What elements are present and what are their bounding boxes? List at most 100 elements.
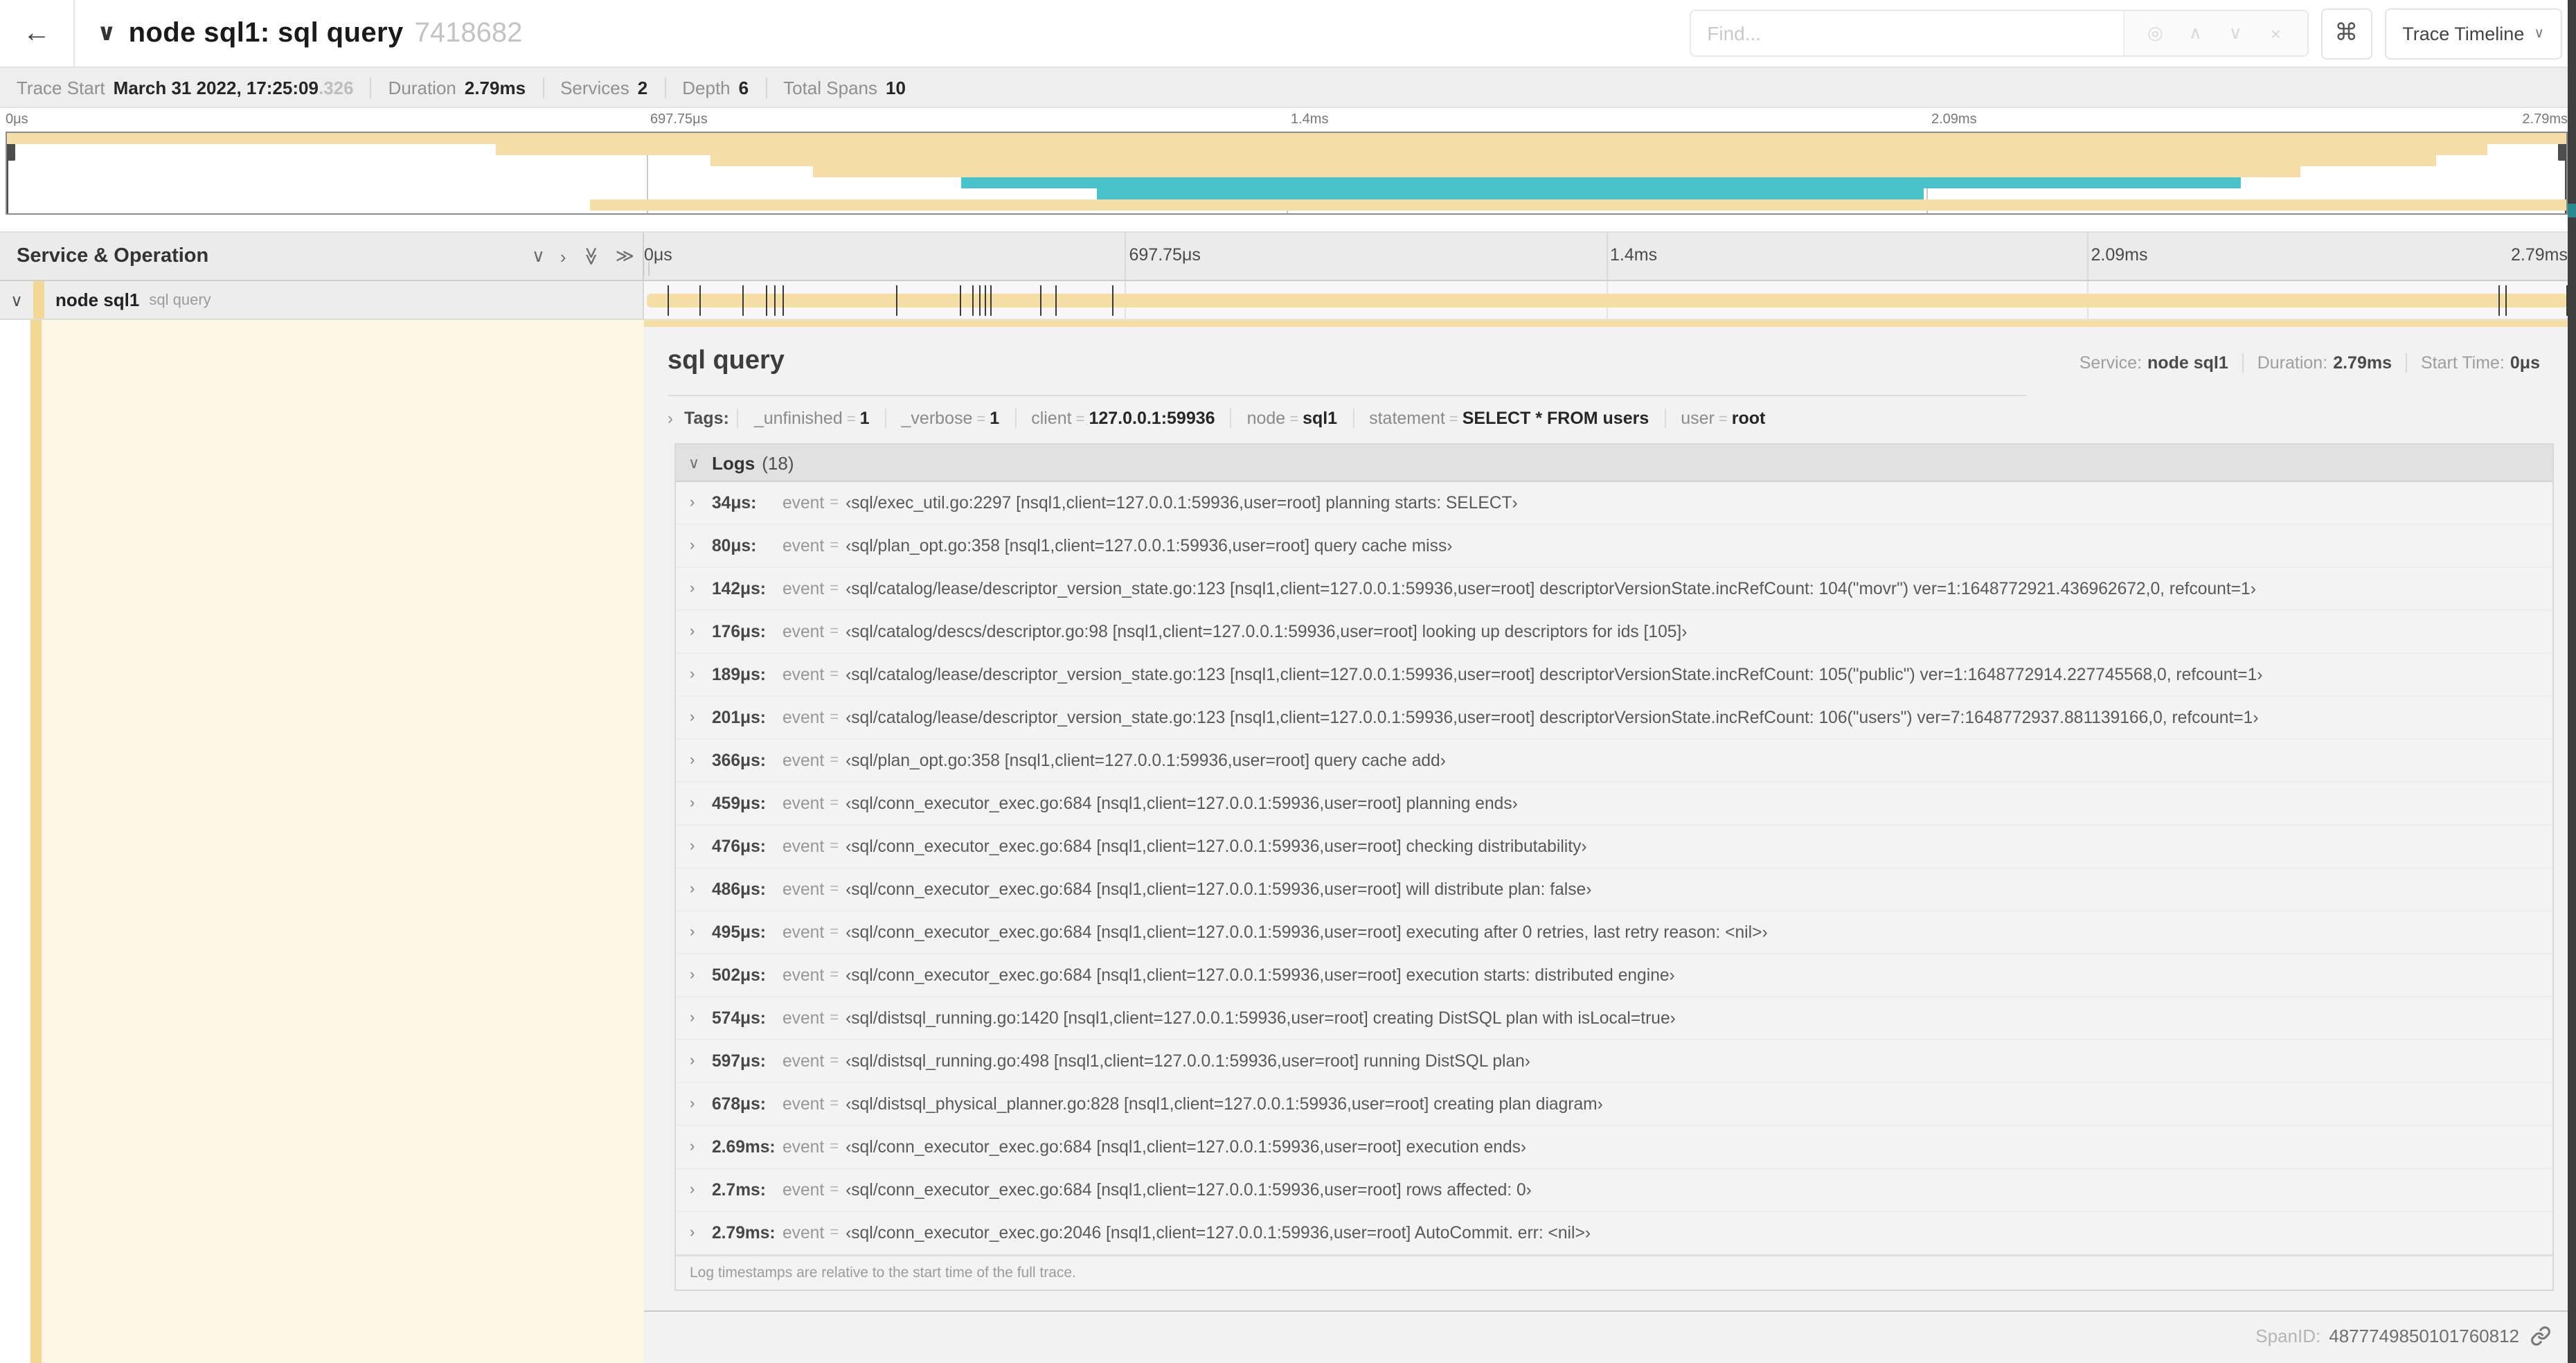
log-row[interactable]: › 678μs: event = ‹sql/distsql_physical_plann… <box>676 1083 2552 1126</box>
tag-item[interactable]: _unfinished = 1 <box>737 409 885 428</box>
minimap-left-scrubber[interactable] <box>7 133 15 213</box>
log-equals: = <box>830 838 839 855</box>
chevron-right-icon: › <box>690 1053 695 1069</box>
tag-value: 127.0.0.1:59936 <box>1089 409 1215 428</box>
log-field-key: event <box>782 493 825 513</box>
divider <box>668 395 2026 396</box>
log-row[interactable]: › 366μs: event = ‹sql/plan_opt.go:358 [nsql1… <box>676 740 2552 783</box>
log-field-value: ‹sql/conn_executor_exec.go:684 [nsql1,cl… <box>846 965 1675 985</box>
expand-all-icon[interactable]: ≫ <box>616 245 634 267</box>
trace-summary-bar: Trace Start March 31 2022, 17:25:09.326 Du… <box>0 66 2576 108</box>
tag-key: statement <box>1369 409 1445 428</box>
log-row[interactable]: › 486μs: event = ‹sql/conn_executor_exec.go:… <box>676 868 2552 911</box>
chevron-right-icon: › <box>690 709 695 726</box>
log-row[interactable]: › 189μs: event = ‹sql/catalog/lease/descript… <box>676 654 2552 697</box>
log-field-key: event <box>782 1051 825 1071</box>
span-service-name: node sql1 <box>55 289 140 310</box>
chevron-right-icon: › <box>690 537 695 554</box>
minimap-span-bar <box>495 144 2487 155</box>
log-field-key: event <box>782 536 825 555</box>
log-row[interactable]: › 34μs: event = ‹sql/exec_util.go:2297 [nsql… <box>676 482 2552 525</box>
timeline-header: Service & Operation ∨ › ≫ ≫ || 0μs 697.75… <box>0 231 2568 281</box>
expand-one-icon[interactable]: › <box>560 246 566 267</box>
span-detail-title: sql query <box>668 346 785 375</box>
header-gridline <box>1606 233 1607 280</box>
span-duration-bar[interactable] <box>647 294 2568 308</box>
log-field-value: ‹sql/catalog/lease/descriptor_version_st… <box>846 708 2259 727</box>
log-row[interactable]: › 2.7ms: event = ‹sql/conn_executor_exec.go:… <box>676 1169 2552 1212</box>
trace-info-value: 2 <box>637 77 648 98</box>
find-input[interactable] <box>1690 11 2123 55</box>
logs-title: Logs <box>712 452 755 473</box>
log-row[interactable]: › 2.79ms: event = ‹sql/conn_executor_exec.go… <box>676 1212 2552 1255</box>
trace-info-label: Trace Start <box>17 77 105 98</box>
log-row[interactable]: › 476μs: event = ‹sql/conn_executor_exec.go:… <box>676 826 2552 868</box>
tag-item[interactable]: _verbose = 1 <box>884 409 1015 428</box>
minimap-canvas[interactable] <box>6 132 2568 215</box>
locate-icon[interactable]: ◎ <box>2135 22 2175 44</box>
log-field-value: ‹sql/exec_util.go:2297 [nsql1,client=127… <box>846 493 1518 513</box>
log-equals: = <box>830 709 839 726</box>
tag-item[interactable]: client = 127.0.0.1:59936 <box>1014 409 1230 428</box>
trace-view-select[interactable]: Trace Timeline ∨ <box>2384 8 2562 59</box>
collapse-all-icon[interactable]: ≫ <box>580 247 602 265</box>
log-row[interactable]: › 495μs: event = ‹sql/conn_executor_exec.go:… <box>676 911 2552 954</box>
span-bar-track[interactable] <box>644 281 2568 320</box>
chevron-right-icon: › <box>690 580 695 597</box>
collapse-one-icon[interactable]: ∨ <box>532 245 545 267</box>
column-resizer-handle[interactable]: || <box>642 260 652 277</box>
tag-item[interactable]: statement = SELECT * FROM users <box>1352 409 1664 428</box>
span-name-cell[interactable]: ∨ node sql1 sql query <box>0 281 644 320</box>
log-row[interactable]: › 597μs: event = ‹sql/distsql_running.go:498… <box>676 1040 2552 1083</box>
span-id-label: SpanID: <box>2255 1325 2321 1346</box>
timeline-tick-label: 2.09ms <box>1931 112 1977 127</box>
chevron-right-icon: › <box>690 967 695 983</box>
log-field-value: ‹sql/conn_executor_exec.go:684 [nsql1,cl… <box>846 794 1518 813</box>
logs-footer-note: Log timestamps are relative to the start… <box>676 1255 2552 1290</box>
log-timestamp: 176μs: <box>712 622 766 641</box>
timeline-tick-label: 1.4ms <box>1610 245 1658 265</box>
tag-item[interactable]: user = root <box>1664 409 1780 428</box>
collapse-trace-chevron-icon[interactable]: ∨ <box>97 19 116 47</box>
log-field-key: event <box>782 837 825 856</box>
link-icon[interactable] <box>2530 1325 2551 1346</box>
log-timestamp: 2.7ms: <box>712 1180 766 1200</box>
log-equals: = <box>830 881 839 898</box>
tag-item[interactable]: node = sql1 <box>1230 409 1353 428</box>
log-row[interactable]: › 2.69ms: event = ‹sql/conn_executor_exec.go… <box>676 1126 2552 1169</box>
log-row[interactable]: › 502μs: event = ‹sql/conn_executor_exec.go:… <box>676 954 2552 997</box>
log-equals: = <box>830 1139 839 1155</box>
next-result-icon[interactable]: ∨ <box>2215 22 2255 44</box>
logs-header[interactable]: ∨ Logs (18) <box>676 445 2552 482</box>
trace-info-value: 10 <box>886 77 906 98</box>
log-row[interactable]: › 176μs: event = ‹sql/catalog/descs/descript… <box>676 611 2552 654</box>
minimap-span-bar <box>710 155 2436 166</box>
left-gutter <box>0 320 30 1363</box>
log-row[interactable]: › 459μs: event = ‹sql/conn_executor_exec.go:… <box>676 783 2552 826</box>
log-row[interactable]: › 142μs: event = ‹sql/catalog/lease/descript… <box>676 568 2552 611</box>
tag-value: sql1 <box>1303 409 1338 428</box>
log-equals: = <box>830 1053 839 1069</box>
span-detail-card: sql query Service: node sql1 Duration: 2.79… <box>644 327 2568 1312</box>
log-row[interactable]: › 201μs: event = ‹sql/catalog/lease/descript… <box>676 697 2552 740</box>
log-row[interactable]: › 574μs: event = ‹sql/distsql_running.go:142… <box>676 997 2552 1040</box>
tag-key: _unfinished <box>753 409 843 428</box>
header-gridline <box>2086 233 2088 280</box>
tag-value: root <box>1731 409 1766 428</box>
chevron-down-icon[interactable]: ∨ <box>0 290 33 310</box>
clear-find-icon[interactable]: × <box>2255 23 2296 44</box>
chevron-right-icon: › <box>690 495 695 511</box>
log-timestamp: 495μs: <box>712 923 766 942</box>
log-row[interactable]: › 80μs: event = ‹sql/plan_opt.go:358 [nsql1,… <box>676 525 2552 568</box>
prev-result-icon[interactable]: ∧ <box>2175 22 2215 44</box>
tags-row[interactable]: › Tags: _unfinished = 1 _verbose = 1 client = 12… <box>668 409 2554 428</box>
log-marker-tick <box>990 285 992 316</box>
trace-info-value: 6 <box>738 77 749 98</box>
back-button[interactable]: ← <box>0 0 75 66</box>
page-title: node sql1: sql query <box>128 17 404 48</box>
keyboard-shortcuts-button[interactable]: ⌘ <box>2320 8 2372 59</box>
log-field-value: ‹sql/conn_executor_exec.go:2046 [nsql1,c… <box>846 1223 1591 1242</box>
log-field-key: event <box>782 880 825 899</box>
log-marker-tick <box>2505 285 2507 316</box>
log-equals: = <box>830 752 839 769</box>
